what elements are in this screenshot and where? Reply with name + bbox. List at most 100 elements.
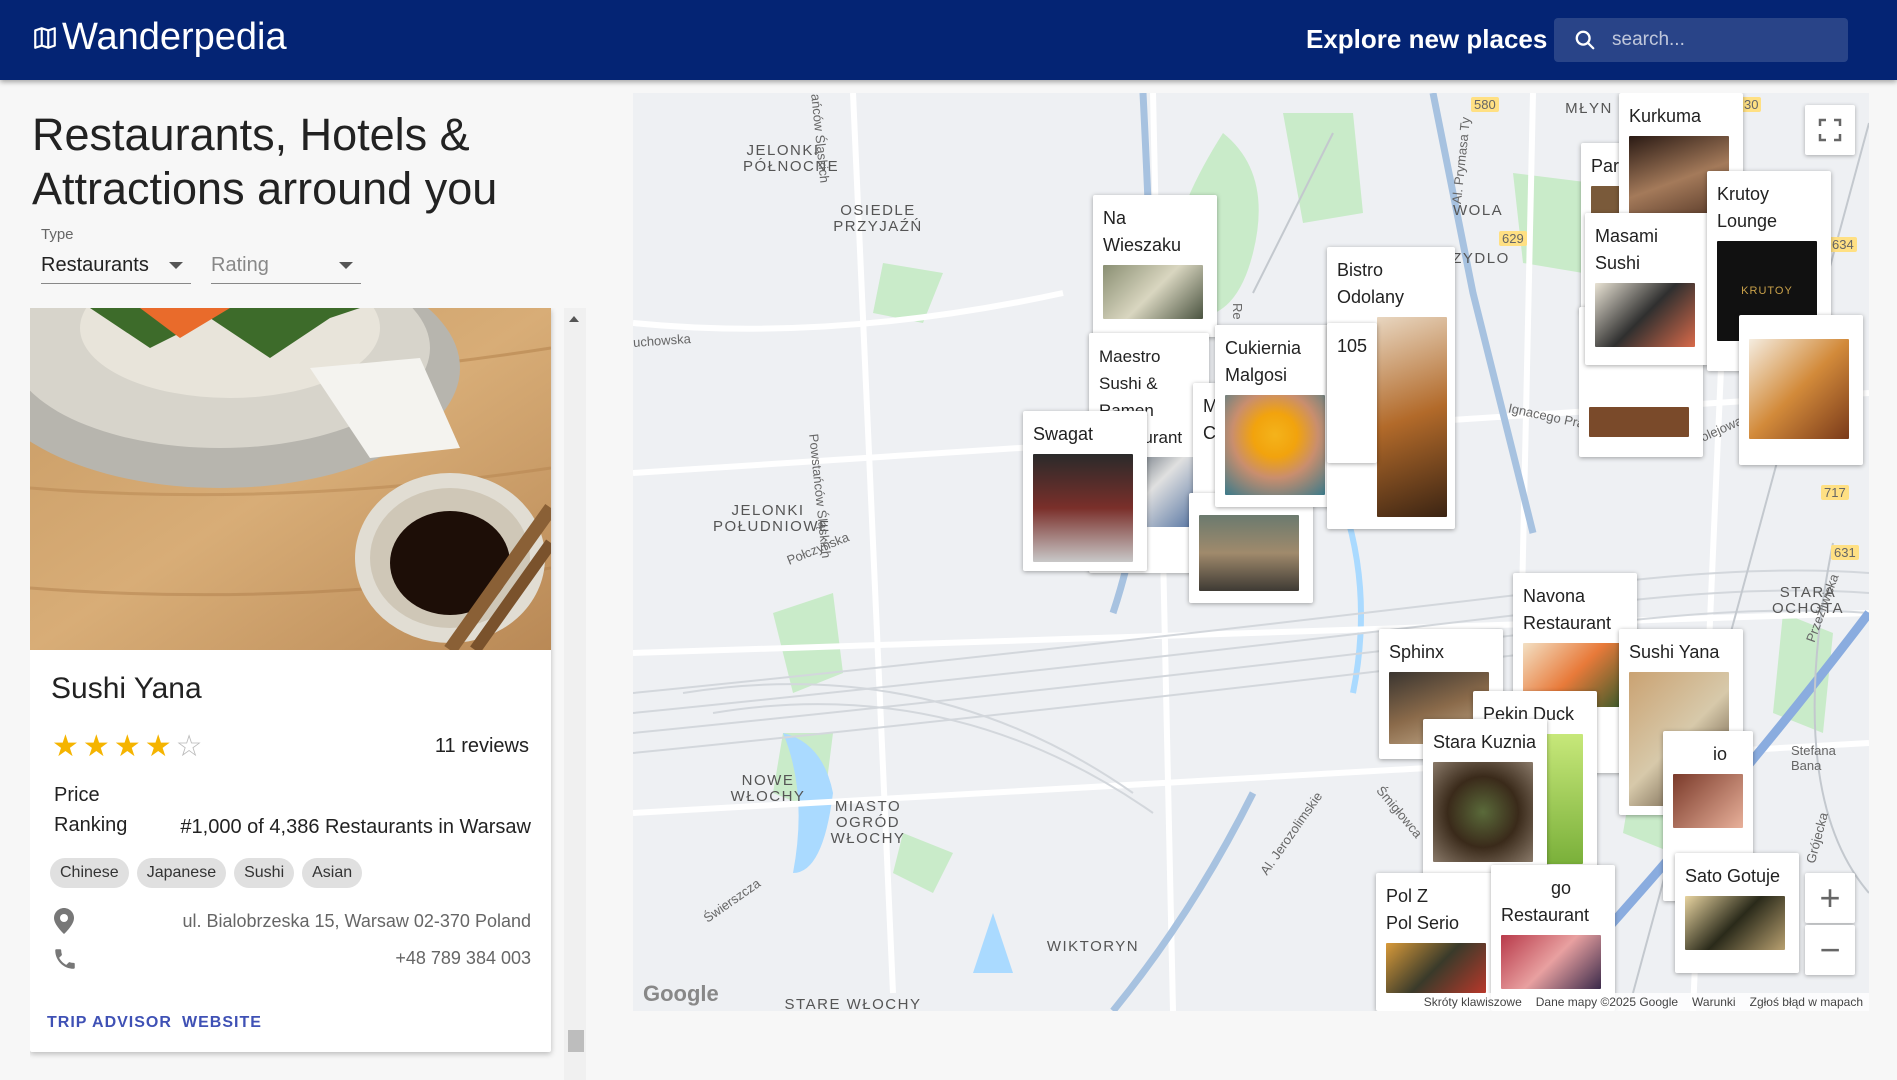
place-name: Sushi Yana — [51, 672, 202, 705]
place-marker-name: Bistro Odolany — [1337, 260, 1405, 307]
place-marker[interactable]: Na Wieszaku — [1093, 195, 1217, 337]
star-filled-icon: ★ — [82, 730, 110, 763]
place-marker-name: go — [1551, 878, 1572, 898]
road-badge: 634 — [1829, 237, 1857, 252]
place-marker[interactable]: Sato Gotuje — [1675, 853, 1799, 973]
ranking-value: #1,000 of 4,386 Restaurants in Warsaw — [180, 816, 531, 838]
map-icon — [34, 26, 56, 49]
rating-placeholder: Rating — [211, 254, 269, 276]
place-marker[interactable]: go Restaurant — [1491, 865, 1615, 1011]
chevron-down-icon — [339, 262, 353, 269]
place-marker-name: io — [1713, 744, 1728, 764]
star-filled-icon: ★ — [113, 730, 141, 763]
review-count: 11 reviews — [434, 735, 529, 757]
star-filled-icon: ★ — [52, 730, 79, 763]
explore-title: Explore new places — [1306, 24, 1548, 54]
place-marker[interactable] — [1189, 493, 1313, 603]
street-label: Stefana Bana — [1791, 743, 1836, 773]
place-thumbnail — [1685, 896, 1785, 950]
place-photo — [30, 308, 551, 650]
report-link[interactable]: Zgłoś błąd w mapach — [1750, 995, 1863, 1009]
rating-select[interactable]: Rating — [211, 248, 361, 284]
cuisine-chip: Asian — [302, 858, 363, 888]
location-pin-icon — [54, 908, 74, 934]
places-list[interactable]: Sushi Yana ★ ★ ★ ★ ☆ 11 reviews Price Ra… — [30, 308, 588, 1080]
type-label: Type — [41, 226, 74, 243]
address: ul. Bialobrzeska 15, Warsaw 02-370 Polan… — [182, 911, 531, 931]
place-marker-name: Masami Sushi — [1595, 226, 1659, 273]
place-thumbnail — [1225, 395, 1325, 495]
chevron-down-icon — [169, 262, 183, 269]
type-select[interactable]: Restaurants — [41, 248, 191, 284]
map-view[interactable]: JELONKI PÓŁNOCNE OSIEDLE PRZYJAŹŃ JELONK… — [633, 93, 1869, 1011]
road-badge: 717 — [1821, 485, 1849, 500]
place-marker-name: Kurkuma — [1629, 106, 1702, 126]
zoom-out-button[interactable]: − — [1805, 925, 1855, 975]
zoom-in-button[interactable]: + — [1805, 873, 1855, 923]
place-card: Sushi Yana ★ ★ ★ ★ ☆ 11 reviews Price Ra… — [30, 308, 551, 1052]
district-label: JELONKI PÓŁNOCNE — [743, 142, 840, 175]
map-footer: Skróty klawiszowe Dane mapy ©2025 Google… — [1417, 993, 1869, 1011]
district-label: MIASTO OGRÓD WŁOCHY — [830, 798, 906, 847]
place-thumbnail — [1033, 454, 1133, 562]
place-marker[interactable]: 105 — [1327, 323, 1377, 463]
district-label: OSIEDLE PRZYJAŹŃ — [833, 202, 923, 235]
website-link[interactable]: WEBSITE — [182, 1014, 262, 1032]
page-title: Restaurants, Hotels & Attractions arroun… — [32, 109, 498, 214]
place-marker[interactable]: Cukiernia Malgosi — [1215, 325, 1339, 507]
road-badge: 629 — [1499, 231, 1527, 246]
search-input[interactable] — [1612, 29, 1832, 51]
fullscreen-icon — [1818, 118, 1842, 142]
place-marker-name: Pol Serio — [1386, 913, 1460, 933]
place-marker-name: Restaurant — [1501, 905, 1590, 925]
star-filled-icon: ★ — [144, 730, 172, 763]
shortcuts-link[interactable]: Skróty klawiszowe — [1424, 995, 1522, 1009]
road-badge: 580 — [1471, 97, 1499, 112]
place-marker-name: Navona Restaurant — [1523, 586, 1612, 633]
brand-logo[interactable]: Wanderpedia — [32, 16, 287, 59]
terms-link[interactable]: Warunki — [1692, 995, 1736, 1009]
place-marker-name: Krutoy Lounge — [1717, 184, 1778, 231]
scroll-thumb[interactable] — [568, 1030, 584, 1052]
phone-number: +48 789 384 003 — [395, 948, 531, 968]
search-box[interactable] — [1554, 18, 1848, 62]
place-marker-name: Na Wieszaku — [1103, 208, 1182, 255]
district-label: WOLA — [1453, 202, 1504, 219]
cuisine-chip: Japanese — [136, 858, 227, 888]
list-scrollbar[interactable] — [564, 308, 586, 1080]
place-marker-name: Stara Kuznia — [1433, 732, 1537, 752]
place-thumbnail — [1673, 774, 1743, 828]
map-data-credit: Dane mapy ©2025 Google — [1535, 995, 1679, 1009]
district-label: ZYDLO — [1452, 250, 1510, 267]
google-logo: Google — [643, 981, 719, 1006]
place-marker-name: Sushi Yana — [1629, 642, 1720, 662]
place-thumbnail — [1589, 407, 1689, 437]
place-thumbnail — [1386, 943, 1486, 993]
place-thumbnail — [1749, 339, 1849, 439]
place-thumbnail — [1377, 317, 1447, 517]
place-marker[interactable]: Pol Z Pol Serio — [1376, 873, 1500, 1011]
place-marker[interactable]: Masami Sushi — [1585, 213, 1709, 365]
star-empty-icon: ☆ — [175, 730, 203, 763]
cuisine-chips: Chinese Japanese Sushi Asian — [50, 858, 363, 888]
ranking-label: Ranking — [54, 814, 128, 836]
place-marker-name: Cukiernia Malgosi — [1225, 338, 1302, 385]
place-marker[interactable]: Swagat — [1023, 411, 1147, 571]
street-label: Re — [1230, 303, 1245, 320]
place-thumbnail — [1595, 283, 1695, 347]
place-marker-name: Sato Gotuje — [1685, 866, 1781, 886]
place-marker[interactable] — [1739, 315, 1863, 465]
scroll-up-icon[interactable] — [569, 316, 579, 322]
rating-stars: ★ ★ ★ ★ ☆ — [52, 732, 203, 762]
district-label: STARA OCHOTA — [1771, 584, 1845, 617]
place-thumbnail — [1501, 935, 1601, 989]
road-badge: 631 — [1831, 545, 1859, 560]
phone-icon — [55, 949, 75, 969]
district-label: WIKTORYN — [1046, 938, 1140, 955]
trip-advisor-link[interactable]: TRIP ADVISOR — [47, 1014, 172, 1032]
cuisine-chip: Chinese — [50, 858, 129, 888]
place-marker-name: Swagat — [1033, 424, 1094, 444]
price-label: Price — [54, 784, 100, 806]
district-label: MŁYN — [1565, 100, 1613, 117]
fullscreen-button[interactable] — [1805, 105, 1855, 155]
